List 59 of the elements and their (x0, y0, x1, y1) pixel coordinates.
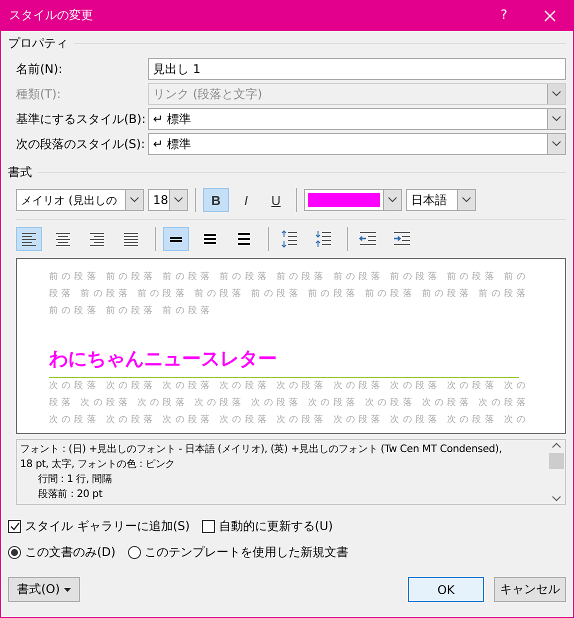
format-menu-button[interactable]: 書式(O) (8, 577, 80, 602)
scroll-down-icon (552, 496, 561, 502)
line-spacing-icon (204, 234, 216, 244)
checkbox[interactable] (202, 520, 215, 533)
preview-heading: わにちゃんニュースレター (49, 347, 278, 372)
font-color-dropdown[interactable] (304, 189, 402, 211)
align-button[interactable] (16, 227, 42, 251)
line-spacing-button[interactable] (163, 227, 189, 251)
sample-text: 段落 前の段落 前の段落 前の段落 前の段落 前の段落 前の段落 前の段落 前の段落 (49, 288, 525, 301)
checkbox[interactable] (8, 520, 21, 533)
radio-label: この文書のみ(D) (25, 544, 116, 561)
sample-text: 次の段落 次の段落 次の段落 次の段落 次の段落 次の段落 次の段落 次の段落 次の (49, 380, 525, 393)
field-label: 種類(T): (16, 86, 62, 102)
align-center-icon (54, 230, 72, 248)
sample-text: 前の段落 前の段落 前の段落 前の段落 前の段落 前の段落 前の段落 前の段落 前の (49, 270, 525, 284)
align-left-icon (20, 230, 38, 248)
radio-button[interactable] (128, 546, 141, 559)
description-text: 18 pt, 太字, フォントの色 : ピンク (20, 458, 176, 472)
description-text: 段落前 : 20 pt (37, 488, 104, 502)
checkbox-label: 自動的に更新する(U) (218, 518, 333, 535)
field-label: 基準にするスタイル(B): (16, 110, 147, 128)
indent-increase-icon (393, 230, 411, 248)
radio-label: このテンプレートを使用した新規文書 (144, 544, 349, 561)
help-button[interactable]: ? (481, 0, 527, 31)
style-dropdown[interactable]: ↵ 標準 (148, 133, 566, 155)
group-title: 書式 (8, 164, 32, 181)
scroll-up-icon (552, 442, 561, 448)
sample-text: 前の段落 前の段落 前の段落 (49, 304, 214, 318)
sample-text: 次の段落 次の段落 次の段落 次の段落 次の段落 次の段落 次の段落 次の段落 次の (49, 414, 525, 427)
check-icon (10, 522, 20, 531)
scrollbar[interactable] (548, 440, 565, 504)
window-title: スタイルの変更 (9, 7, 94, 24)
line-spacing-icon (238, 233, 250, 245)
italic-button[interactable]: I (233, 188, 259, 212)
style-dropdown[interactable]: ↵ 標準 (148, 108, 566, 130)
field-label: 名前(N): (16, 60, 64, 78)
indent-decrease-icon (359, 230, 377, 248)
radio-button[interactable] (8, 546, 21, 559)
description-text: フォント : (日) +見出しのフォント - 日本語 (メイリオ), (英) +見出しのフォント (Tw Cen MT Condensed), (20, 442, 503, 457)
align-right-icon (88, 230, 106, 248)
close-icon (544, 10, 556, 22)
cancel-button[interactable]: キャンセル (494, 577, 566, 602)
size-dropdown[interactable]: 18 (148, 189, 188, 211)
caret-icon (64, 588, 71, 592)
align-justify-icon (122, 230, 140, 248)
name-input-field[interactable]: 見出し 1 (148, 58, 566, 80)
sample-text: 段落 次の段落 次の段落 次の段落 次の段落 次の段落 次の段落 次の段落 次の段落 (49, 396, 525, 410)
field-label: 次の段落のスタイル(S): (16, 136, 146, 152)
underline-button[interactable]: U (263, 188, 289, 212)
checkbox-label: スタイル ギャラリーに追加(S) (25, 518, 190, 535)
language-dropdown[interactable]: 日本語 (406, 189, 476, 211)
paragraph-spacing-icon (314, 230, 332, 248)
group-title: プロパティ (8, 35, 68, 52)
font-dropdown[interactable]: メイリオ (見出しの (16, 189, 144, 211)
paragraph-spacing-icon (280, 230, 298, 248)
line-spacing-icon (170, 236, 182, 242)
ok-button[interactable]: OK (408, 577, 484, 602)
bold-button[interactable]: B (203, 188, 229, 212)
description-text: 行間 : 1 行, 間隔 (37, 473, 113, 487)
